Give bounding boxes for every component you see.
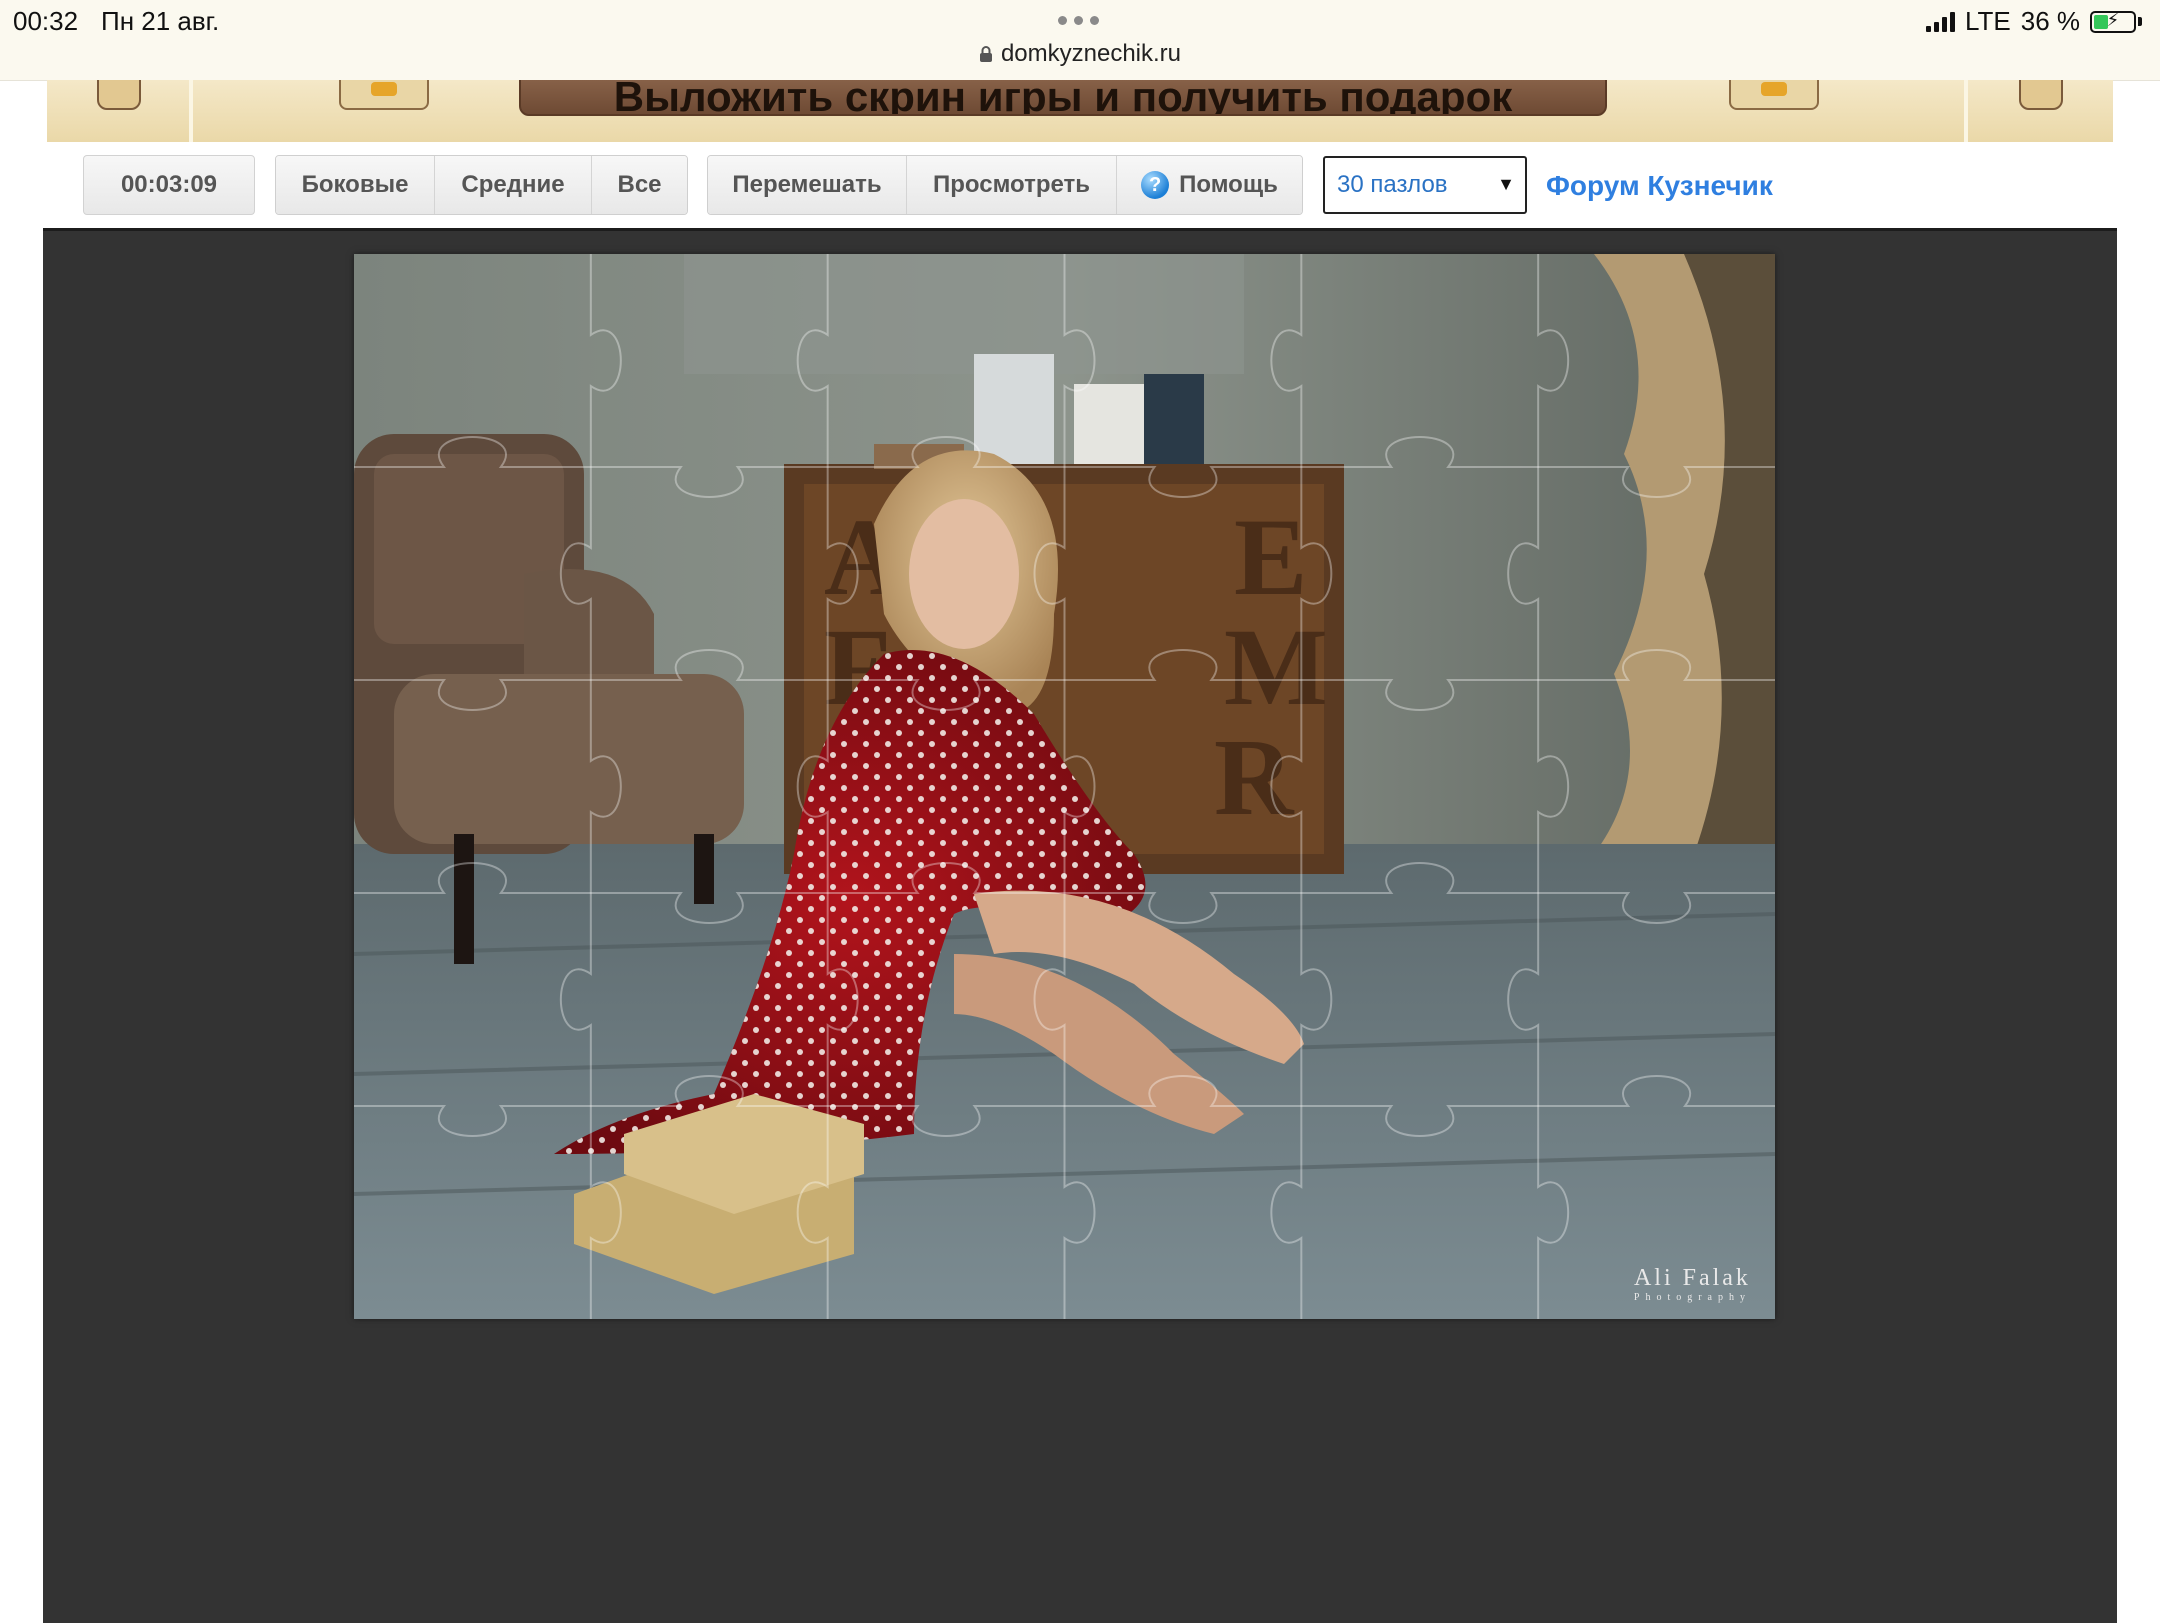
filter-all-button[interactable]: Все xyxy=(592,156,687,214)
timer-display: 00:03:09 xyxy=(83,155,255,215)
help-label: Помощь xyxy=(1179,171,1278,198)
banner-tab-left xyxy=(97,80,141,110)
more-dots-icon[interactable] xyxy=(1058,16,1099,25)
battery-icon: ⚡ xyxy=(2090,10,2136,33)
pieces-count-value: 30 пазлов xyxy=(1337,171,1448,198)
gift-icon xyxy=(1729,80,1819,110)
action-button-group: Перемешать Просмотреть ? Помощь xyxy=(707,155,1303,215)
photo-watermark: Ali Falak Photography xyxy=(1634,1265,1751,1303)
watermark-text: Ali Falak xyxy=(1633,1265,1751,1291)
preview-button[interactable]: Просмотреть xyxy=(907,156,1117,214)
status-indicators: LTE 36 % ⚡ xyxy=(1925,6,2142,37)
gift-icon xyxy=(339,80,429,110)
promo-banner[interactable]: Выложить скрин игры и получить подарок xyxy=(47,80,2113,142)
piece-edge-vertical xyxy=(559,254,622,1319)
address-bar[interactable]: domkyznechik.ru xyxy=(0,40,2160,68)
watermark-subtext: Photography xyxy=(1633,1292,1751,1303)
banner-text: Выложить скрин игры и получить подарок xyxy=(613,80,1513,116)
filter-middle-button[interactable]: Средние xyxy=(435,156,592,214)
banner-tab-right xyxy=(2019,80,2063,110)
signal-icon xyxy=(1925,11,1955,32)
piece-edge-vertical xyxy=(796,254,859,1319)
filter-edges-button[interactable]: Боковые xyxy=(276,156,435,214)
forum-link[interactable]: Форум Кузнечик xyxy=(1546,170,1773,202)
help-icon: ? xyxy=(1141,171,1170,199)
banner-pill[interactable]: Выложить скрин игры и получить подарок xyxy=(519,80,1607,116)
battery-tip xyxy=(2138,17,2142,26)
puzzle-piece-grid xyxy=(354,254,1775,1319)
preview-label: Просмотреть xyxy=(932,171,1091,198)
puzzle-image[interactable]: ABE FM NR Ali Falak Photography xyxy=(354,254,1775,1319)
status-date: Пн 21 авг. xyxy=(101,6,220,36)
piece-edge-vertical xyxy=(1033,254,1096,1319)
url-text: domkyznechik.ru xyxy=(1000,40,1182,67)
shuffle-button[interactable]: Перемешать xyxy=(708,156,907,214)
shuffle-label: Перемешать xyxy=(732,171,882,198)
battery-percent: 36 % xyxy=(2020,6,2080,36)
piece-edge-vertical xyxy=(1270,254,1333,1319)
filter-all-label: Все xyxy=(617,171,662,198)
dropdown-arrow-icon: ▼ xyxy=(1497,174,1515,194)
status-bar: 00:32 Пн 21 авг. domkyznechik.ru LTE 36 … xyxy=(0,0,2160,81)
network-type: LTE xyxy=(1964,6,2011,36)
pieces-count-select[interactable]: 30 пазлов ▼ xyxy=(1323,156,1527,214)
lock-icon xyxy=(979,46,992,62)
status-time: 00:32 xyxy=(13,6,79,36)
filter-edges-label: Боковые xyxy=(301,171,409,198)
timer-text: 00:03:09 xyxy=(120,171,218,198)
filter-button-group: Боковые Средние Все xyxy=(275,155,688,215)
piece-edge-vertical xyxy=(1507,254,1570,1319)
help-button[interactable]: ? Помощь xyxy=(1117,156,1302,214)
filter-middle-label: Средние xyxy=(461,171,565,198)
